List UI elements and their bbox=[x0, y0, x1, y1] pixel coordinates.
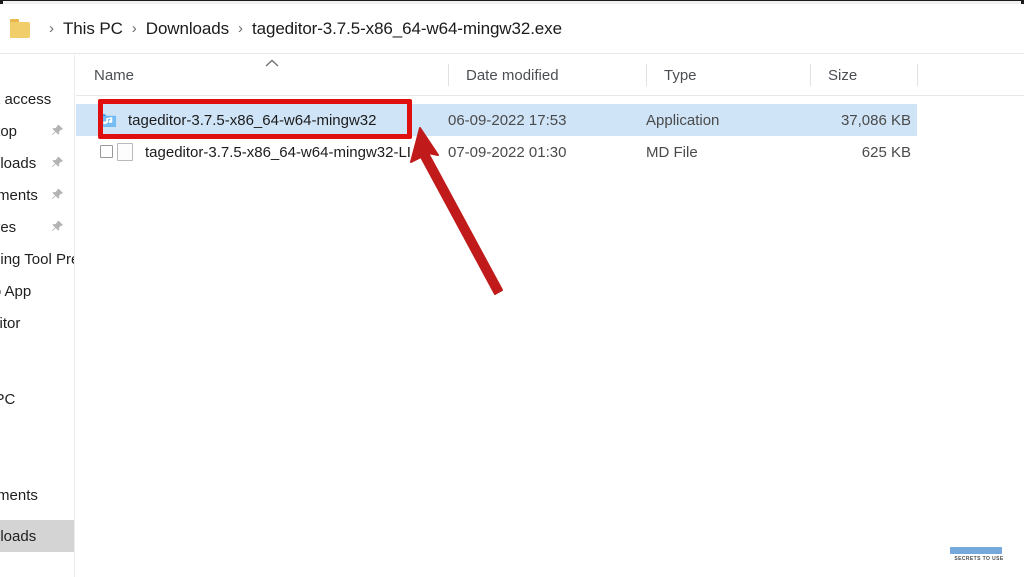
file-list-pane: Name Date modified Type Size tageditor-3… bbox=[76, 55, 1024, 577]
watermark-text: SECRETS TO USE bbox=[954, 556, 1004, 562]
breadcrumb-item-file[interactable]: tageditor-3.7.5-x86_64-w64-mingw32.exe bbox=[252, 19, 562, 39]
file-explorer-window: › This PC › Downloads › tageditor-3.7.5-… bbox=[0, 0, 1024, 577]
column-header-label: Size bbox=[828, 66, 858, 84]
breadcrumb-separator-2: › bbox=[237, 20, 243, 37]
column-header-name[interactable]: Name bbox=[76, 55, 448, 95]
tageditor-app-icon bbox=[98, 114, 117, 127]
sidebar-item-tageditor[interactable]: tageditor bbox=[0, 307, 74, 339]
sidebar-item-pictures[interactable]: Pictures bbox=[0, 211, 74, 243]
sidebar-item-this-pc[interactable]: This PC bbox=[0, 383, 74, 415]
sidebar-item-documents[interactable]: Documents bbox=[0, 179, 74, 211]
sidebar-item-photo-app[interactable]: Photo App bbox=[0, 275, 74, 307]
sidebar-item-label: Quick access bbox=[0, 90, 52, 108]
navigation-sidebar[interactable]: Quick access Desktop Downloads Documents… bbox=[0, 55, 75, 577]
sidebar-item-label: Pictures bbox=[0, 218, 17, 236]
sidebar-item-snipping-tool[interactable]: Snipping Tool Preview App bbox=[0, 243, 74, 275]
file-size-cell: 37,086 KB bbox=[840, 111, 911, 129]
file-size-cell: 625 KB bbox=[861, 143, 911, 161]
pin-icon bbox=[52, 157, 63, 168]
file-name-cell[interactable]: tageditor-3.7.5-x86_64-w64-mingw32 bbox=[98, 104, 377, 136]
sidebar-item-label: This PC bbox=[0, 390, 16, 408]
column-header-label: Date modified bbox=[466, 66, 559, 84]
row-checkbox[interactable] bbox=[100, 145, 113, 158]
sidebar-item-downloads-pc[interactable]: Downloads bbox=[0, 520, 74, 552]
pin-icon bbox=[52, 125, 63, 136]
file-name-cell[interactable]: tageditor-3.7.5-x86_64-w64-mingw32-LI... bbox=[100, 136, 423, 168]
sidebar-item-label: Downloads bbox=[0, 154, 37, 172]
column-header-label: Name bbox=[94, 66, 135, 84]
folder-icon bbox=[10, 19, 32, 38]
sidebar-item-desktop[interactable]: Desktop bbox=[0, 115, 74, 147]
pin-icon bbox=[52, 189, 63, 200]
md-file-icon bbox=[117, 143, 133, 161]
column-header-row: Name Date modified Type Size bbox=[76, 55, 1024, 96]
table-row[interactable]: tageditor-3.7.5-x86_64-w64-mingw32 06-09… bbox=[76, 104, 917, 136]
file-type-cell: MD File bbox=[646, 143, 698, 161]
file-name-label: tageditor-3.7.5-x86_64-w64-mingw32-LI... bbox=[145, 143, 424, 161]
sidebar-item-label: Documents bbox=[0, 486, 38, 504]
sidebar-item-label: Downloads bbox=[0, 527, 37, 545]
sidebar-item-documents-pc[interactable]: Documents bbox=[0, 479, 74, 511]
chevron-up-icon bbox=[265, 59, 279, 67]
breadcrumb-separator-1: › bbox=[131, 20, 137, 37]
watermark-bar bbox=[950, 547, 1002, 554]
column-divider[interactable] bbox=[917, 64, 918, 86]
sidebar-item-label: Snipping Tool Preview App bbox=[0, 250, 74, 268]
address-bar[interactable]: › This PC › Downloads › tageditor-3.7.5-… bbox=[0, 4, 1024, 54]
file-date-cell: 06-09-2022 17:53 bbox=[448, 111, 567, 129]
breadcrumb-item-downloads[interactable]: Downloads bbox=[146, 19, 229, 39]
sidebar-item-label: tageditor bbox=[0, 314, 21, 332]
breadcrumb-item-this-pc[interactable]: This PC bbox=[63, 19, 123, 39]
sidebar-item-quick-access[interactable]: Quick access bbox=[0, 83, 74, 115]
column-header-date-modified[interactable]: Date modified bbox=[448, 55, 646, 95]
sidebar-item-label: Documents bbox=[0, 186, 38, 204]
pin-icon bbox=[52, 221, 63, 232]
file-type-cell: Application bbox=[646, 111, 720, 129]
column-header-size[interactable]: Size bbox=[810, 55, 917, 95]
breadcrumb-separator-0: › bbox=[49, 20, 54, 37]
table-row[interactable]: tageditor-3.7.5-x86_64-w64-mingw32-LI...… bbox=[76, 136, 917, 168]
column-header-label: Type bbox=[664, 66, 697, 84]
file-date-cell: 07-09-2022 01:30 bbox=[448, 143, 567, 161]
watermark-logo: SECRETS TO USE bbox=[942, 547, 1016, 567]
sidebar-item-downloads[interactable]: Downloads bbox=[0, 147, 74, 179]
column-header-type[interactable]: Type bbox=[646, 55, 810, 95]
file-name-label: tageditor-3.7.5-x86_64-w64-mingw32 bbox=[128, 111, 377, 129]
sidebar-item-label: Photo App bbox=[0, 282, 32, 300]
sidebar-item-label: Desktop bbox=[0, 122, 18, 140]
